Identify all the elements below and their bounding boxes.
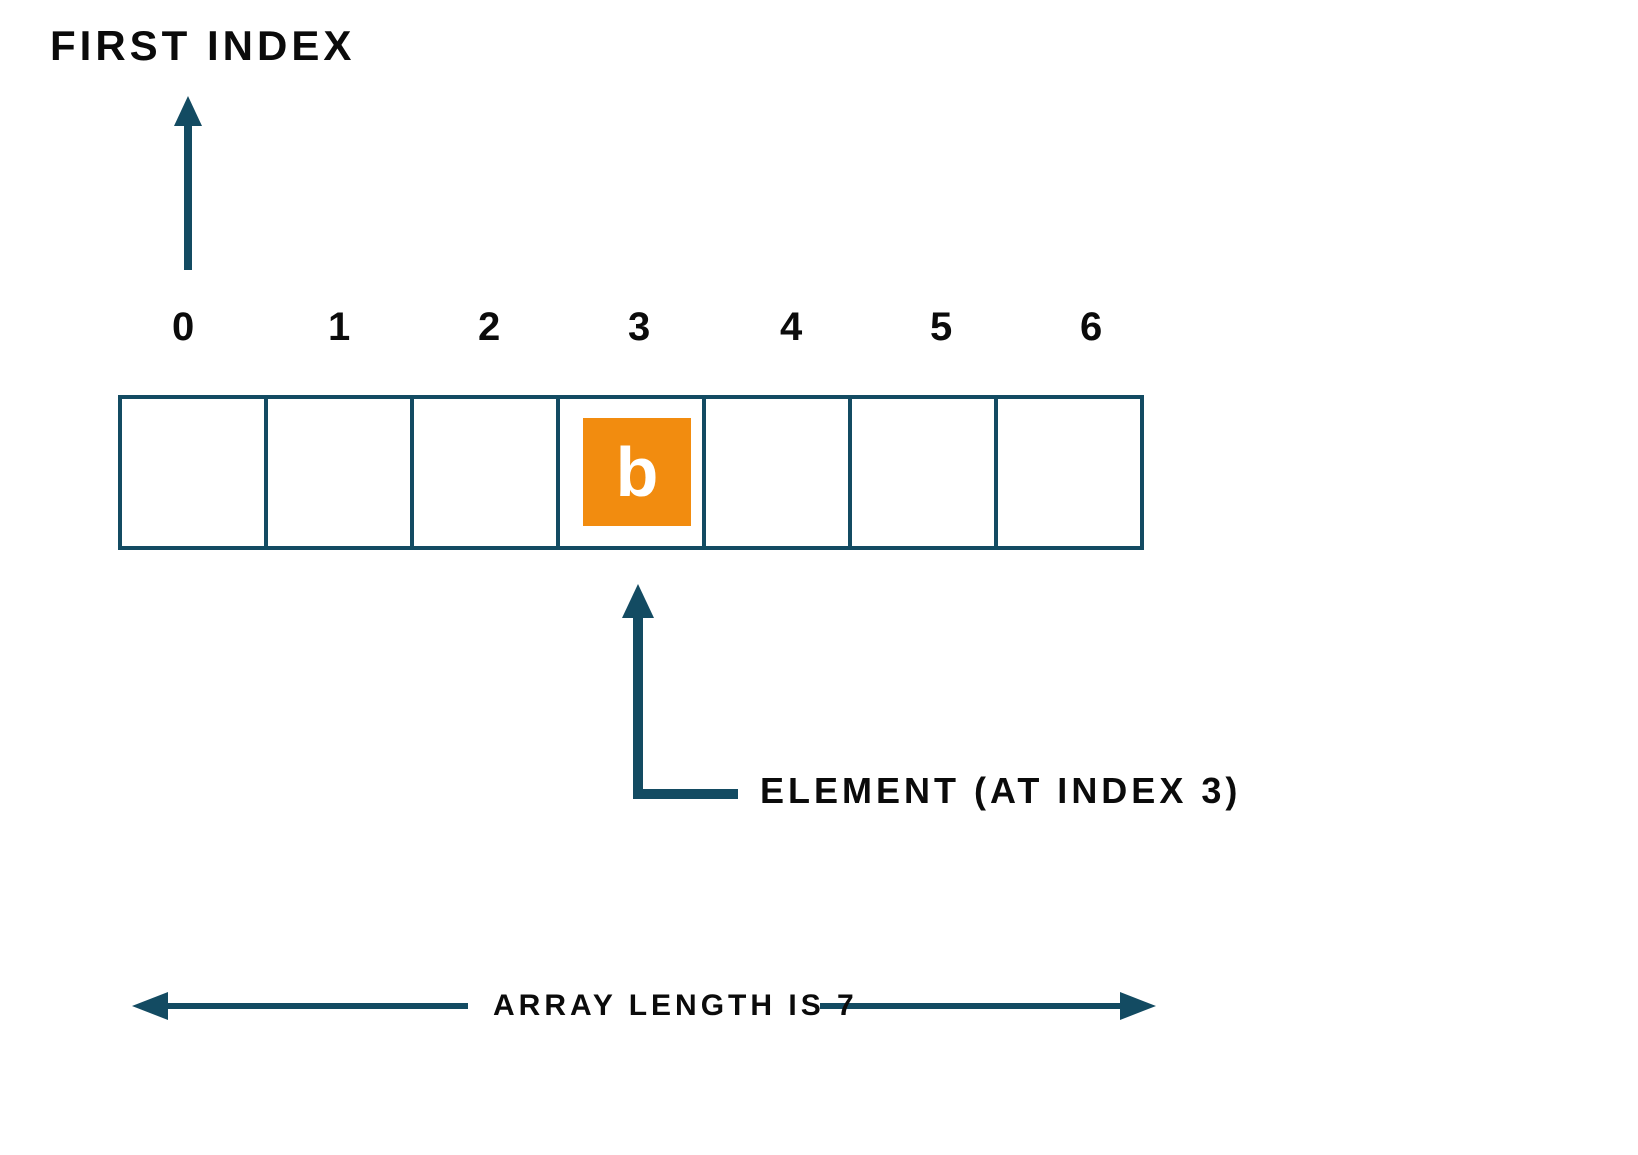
arrow-up-first-index-icon	[172, 90, 212, 280]
arrow-length-right-icon	[820, 990, 1160, 1030]
array-cell	[264, 395, 414, 550]
index-6: 6	[1080, 305, 1104, 350]
array-cell	[410, 395, 560, 550]
array-cell	[118, 395, 268, 550]
highlighted-element: b	[583, 418, 691, 526]
index-1: 1	[328, 305, 352, 350]
index-4: 4	[780, 305, 804, 350]
array-cell	[848, 395, 998, 550]
element-label: ELEMENT (AT INDEX 3)	[760, 770, 1241, 812]
arrow-element-icon	[618, 580, 758, 810]
length-label: ARRAY LENGTH IS 7	[493, 989, 858, 1023]
array-cell	[994, 395, 1144, 550]
index-5: 5	[930, 305, 954, 350]
array-cell	[702, 395, 852, 550]
index-3: 3	[628, 305, 652, 350]
element-value: b	[616, 437, 659, 507]
array-diagram: FIRST INDEX 0 1 2 3 4 5 6 b ELEMENT (AT …	[0, 0, 1638, 1155]
index-0: 0	[172, 305, 196, 350]
first-index-label: FIRST INDEX	[50, 22, 355, 70]
index-2: 2	[478, 305, 502, 350]
arrow-length-left-icon	[128, 990, 468, 1030]
